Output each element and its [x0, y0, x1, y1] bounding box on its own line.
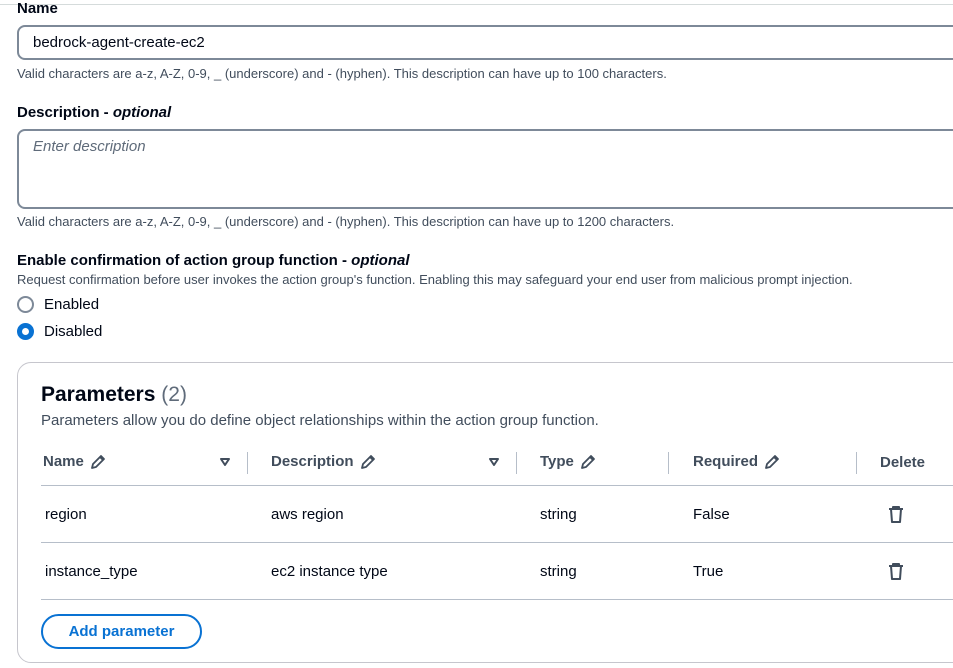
parameters-description: Parameters allow you do define object re… [41, 412, 599, 429]
parameters-panel: Parameters (2) Parameters allow you do d… [17, 362, 953, 663]
confirmation-description: Request confirmation before user invokes… [17, 272, 853, 287]
column-header-required[interactable]: Required [693, 453, 780, 470]
table-cell-description[interactable]: ec2 instance type [271, 563, 388, 580]
column-header-name[interactable]: Name [43, 453, 106, 470]
description-label: Description - optional [17, 104, 172, 121]
table-cell-type[interactable]: string [540, 506, 577, 523]
sort-caret-icon[interactable] [488, 455, 500, 469]
add-parameter-button[interactable]: Add parameter [41, 614, 202, 649]
sort-caret-icon[interactable] [219, 455, 231, 469]
column-divider[interactable] [516, 452, 517, 474]
trash-icon[interactable] [888, 563, 904, 581]
trash-icon[interactable] [888, 506, 904, 524]
pencil-icon [90, 454, 105, 469]
column-header-description[interactable]: Description [271, 453, 376, 470]
confirmation-optional-tag: optional [351, 252, 410, 269]
name-label: Name [17, 0, 58, 17]
column-header-delete: Delete [880, 454, 926, 471]
column-divider[interactable] [668, 452, 669, 474]
table-cell-name[interactable]: region [45, 506, 87, 523]
table-divider [41, 542, 953, 543]
parameters-title: Parameters (2) [41, 383, 187, 406]
table-cell-type[interactable]: string [540, 563, 577, 580]
table-cell-description[interactable]: aws region [271, 506, 344, 523]
description-hint: Valid characters are a-z, A-Z, 0-9, _ (u… [17, 214, 675, 229]
radio-checked-icon[interactable] [17, 323, 34, 340]
radio-icon[interactable] [17, 296, 34, 313]
table-divider [41, 599, 953, 600]
parameters-count: (2) [161, 383, 187, 406]
top-divider [0, 4, 953, 5]
pencil-icon [581, 454, 595, 469]
description-optional-tag: optional [112, 104, 172, 121]
confirmation-label: Enable confirmation of action group func… [17, 252, 410, 269]
radio-disabled[interactable]: Disabled [17, 323, 102, 340]
table-divider [41, 485, 953, 486]
pencil-icon [765, 454, 779, 469]
table-cell-required[interactable]: False [693, 506, 730, 523]
column-divider[interactable] [247, 452, 248, 474]
name-input[interactable] [17, 25, 953, 60]
radio-enabled[interactable]: Enabled [17, 296, 99, 313]
radio-enabled-label: Enabled [44, 296, 100, 313]
name-hint: Valid characters are a-z, A-Z, 0-9, _ (u… [17, 66, 667, 81]
table-cell-name[interactable]: instance_type [45, 563, 138, 580]
column-divider[interactable] [856, 452, 857, 474]
description-input[interactable] [17, 129, 953, 209]
table-cell-required[interactable]: True [693, 563, 723, 580]
radio-disabled-label: Disabled [44, 323, 103, 340]
pencil-icon [360, 454, 375, 469]
column-header-type[interactable]: Type [540, 453, 596, 470]
